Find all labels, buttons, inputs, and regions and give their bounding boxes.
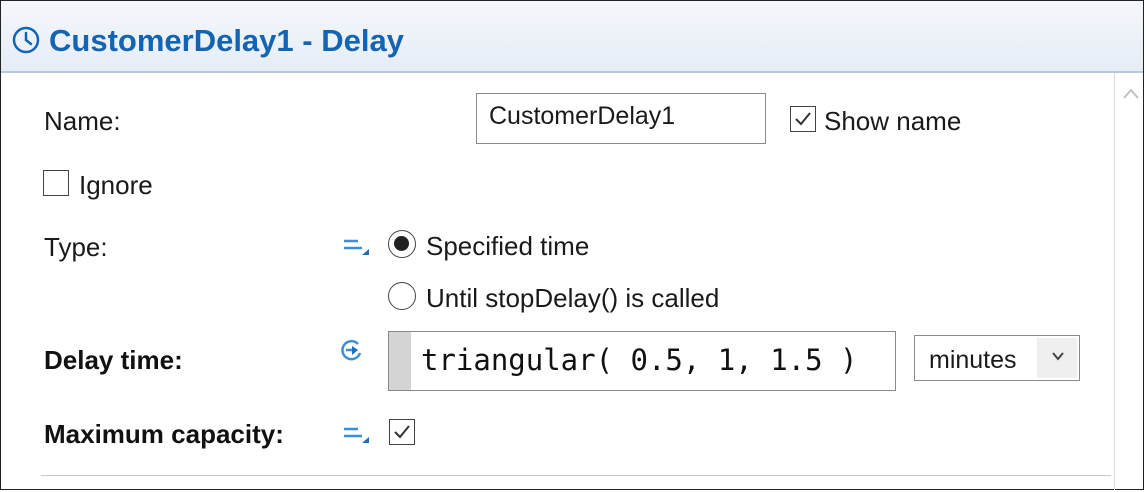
delay-time-label: Delay time: [44, 345, 183, 375]
until-stopdelay-label[interactable]: Until stopDelay() is called [426, 283, 719, 314]
divider [41, 475, 1111, 476]
radio-selected-dot [394, 236, 409, 251]
delay-time-expression: triangular( 0.5, 1, 1.5 ) [421, 343, 858, 377]
name-field-value: CustomerDelay1 [489, 102, 676, 130]
maximum-capacity-label: Maximum capacity: [44, 419, 284, 449]
clock-icon [12, 26, 40, 54]
panel-header: CustomerDelay1 - Delay [1, 1, 1143, 73]
time-unit-select[interactable]: minutes [914, 335, 1080, 381]
time-unit-value: minutes [929, 346, 1017, 374]
type-label: Type: [44, 232, 108, 262]
dynamic-value-icon[interactable] [338, 336, 366, 362]
show-name-checkbox[interactable] [790, 106, 816, 132]
checkmark-icon [795, 112, 811, 126]
chevron-down-icon [1052, 352, 1064, 361]
radio-until-stopdelay[interactable] [388, 282, 416, 310]
scroll-up-icon[interactable] [1122, 86, 1140, 100]
static-value-icon[interactable] [342, 235, 370, 257]
name-field[interactable]: CustomerDelay1 [476, 93, 766, 144]
static-value-icon[interactable] [342, 423, 370, 445]
specified-time-label[interactable]: Specified time [426, 231, 589, 262]
maximum-capacity-checkbox[interactable] [389, 419, 415, 445]
ignore-checkbox[interactable] [43, 170, 69, 196]
ignore-label[interactable]: Ignore [79, 170, 153, 201]
checkmark-icon [394, 425, 410, 439]
code-gutter [389, 332, 411, 390]
scrollbar-track[interactable] [1114, 73, 1115, 490]
show-name-label[interactable]: Show name [824, 106, 961, 137]
delay-time-expression-field[interactable]: triangular( 0.5, 1, 1.5 ) [388, 331, 896, 391]
name-label: Name: [44, 106, 121, 136]
radio-specified-time[interactable] [388, 230, 416, 258]
panel-title: CustomerDelay1 - Delay [49, 23, 404, 58]
